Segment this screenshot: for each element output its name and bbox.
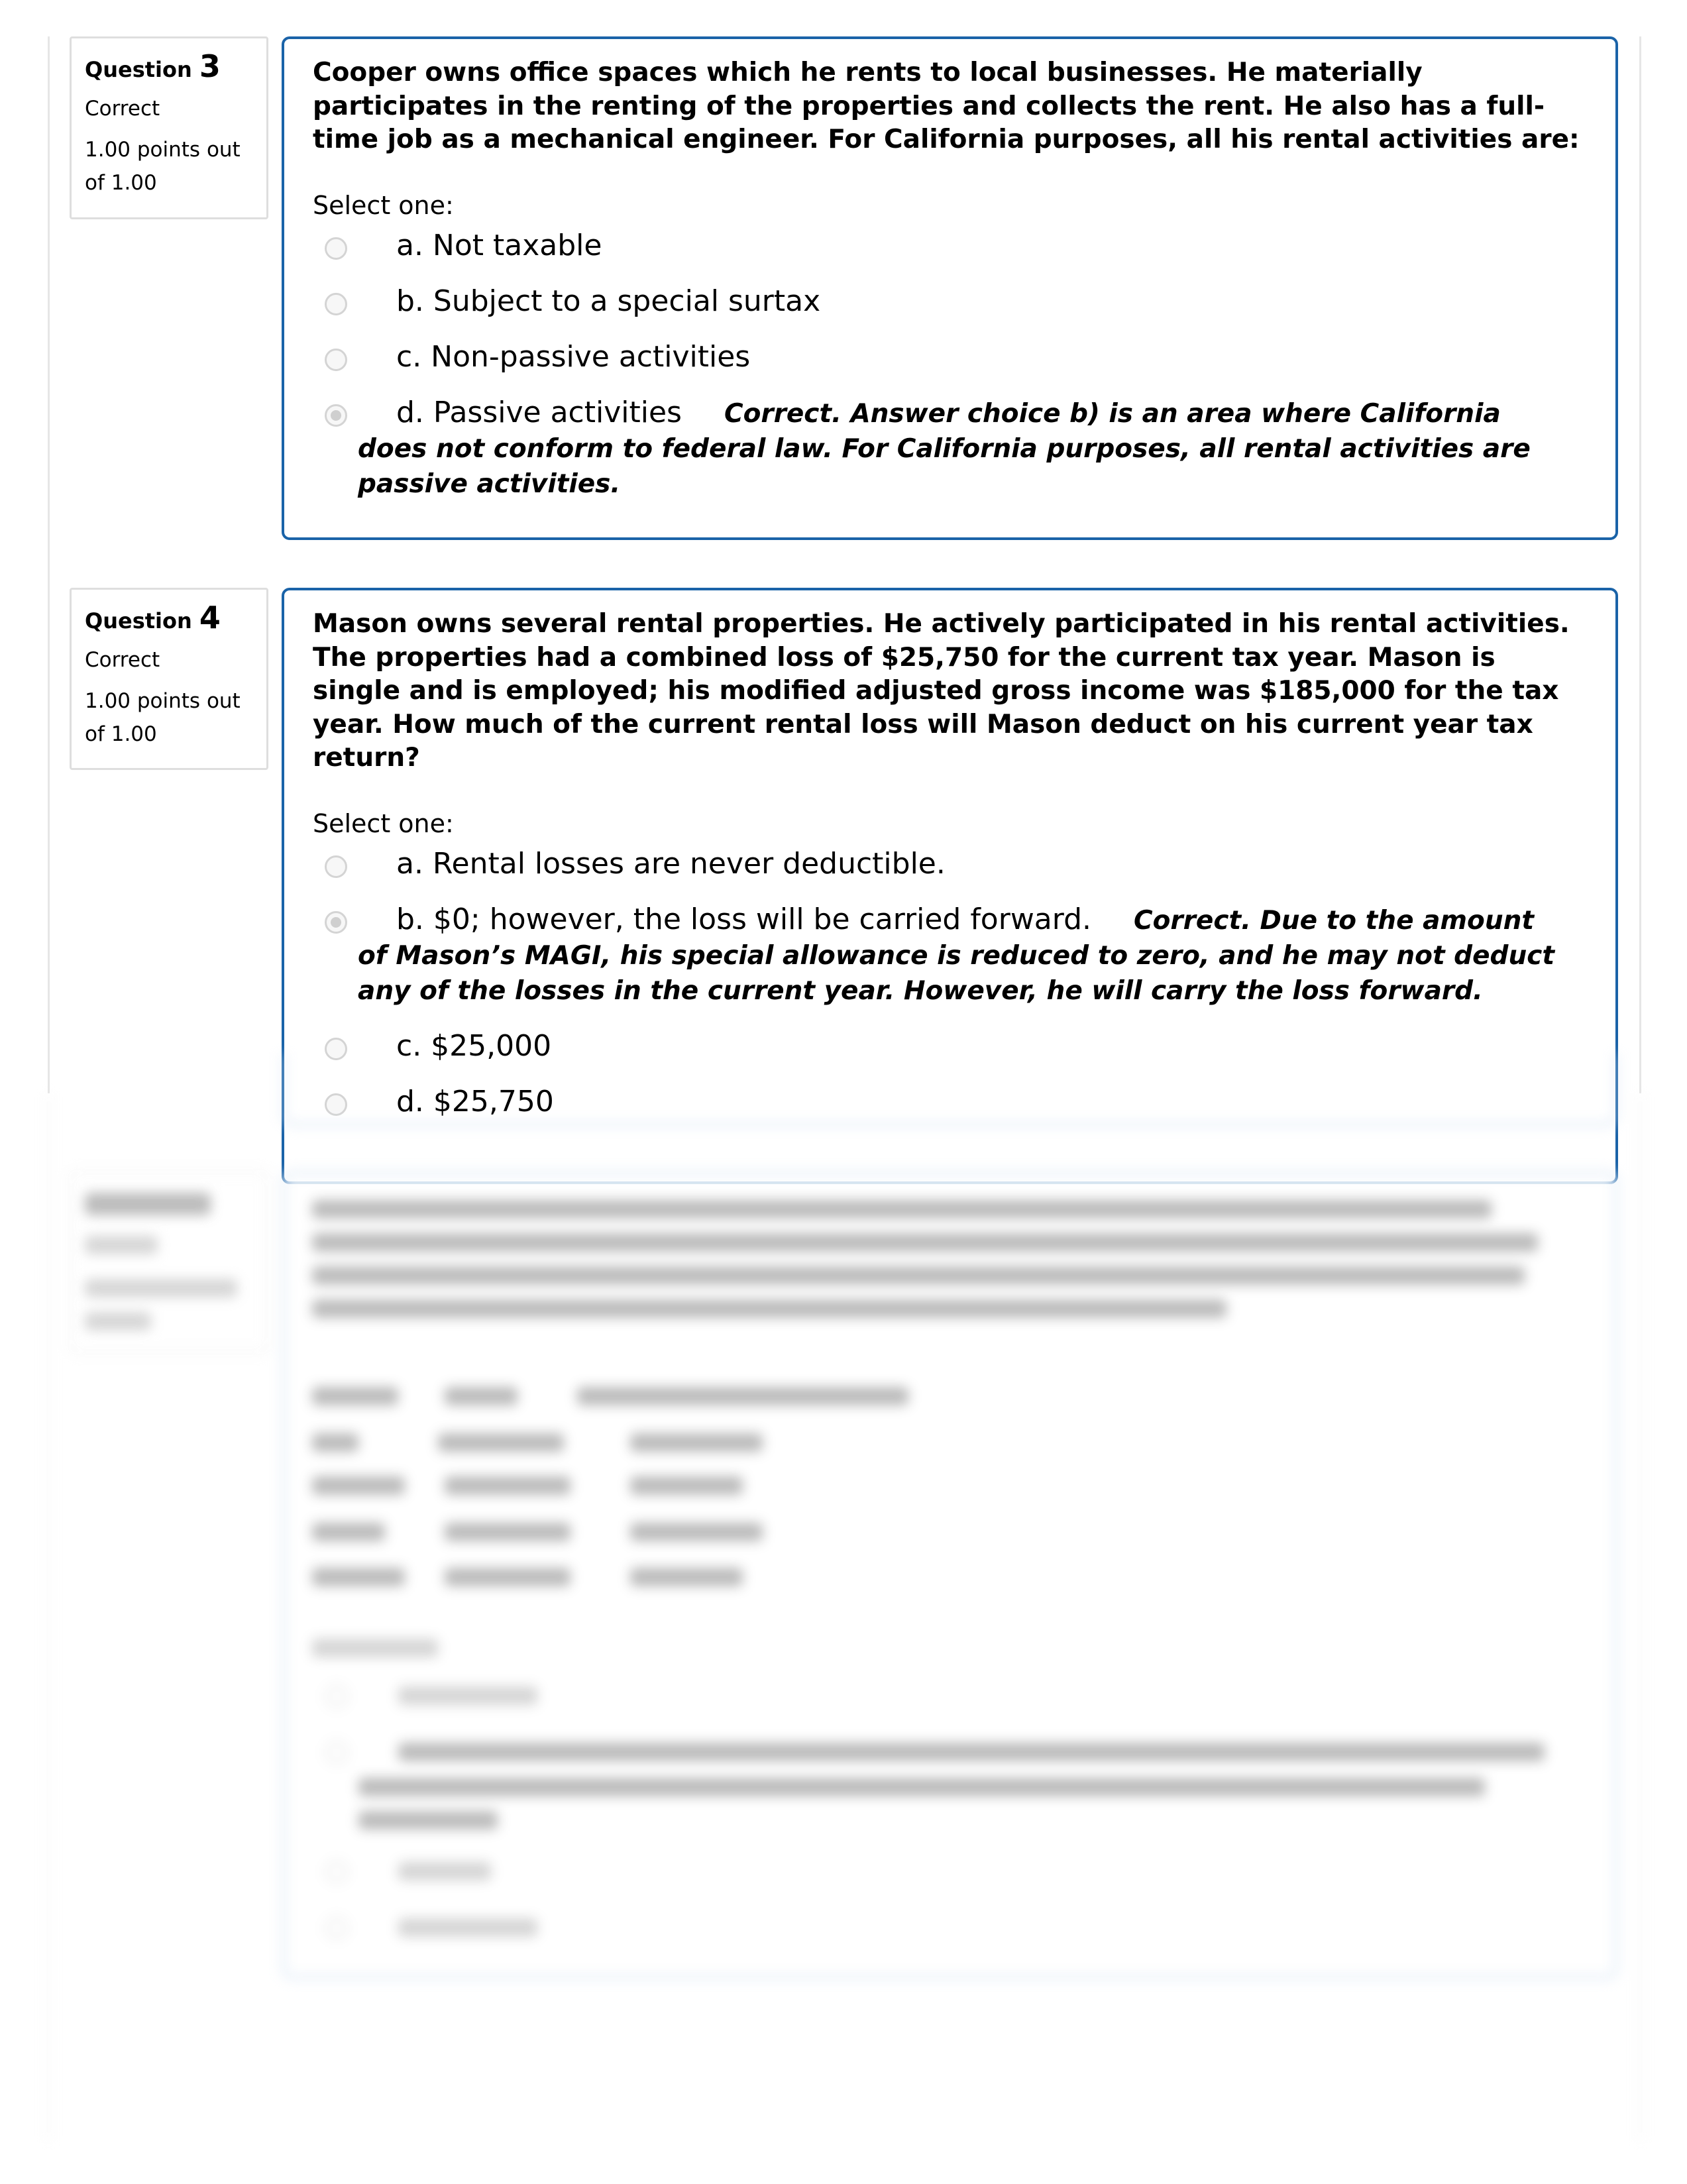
question-state: Correct <box>85 648 160 672</box>
question-info-box: Question 4 Correct 1.00 points out of 1.… <box>70 588 268 770</box>
blurred-radio <box>325 1917 348 1939</box>
blurred-table-cell <box>445 1568 571 1586</box>
blurred-overlay-region <box>0 1054 1687 2184</box>
blurred-table-cell <box>630 1433 763 1452</box>
question-card-blurred <box>282 1171 1618 1979</box>
question-card: Cooper owns office spaces which he rents… <box>282 36 1618 540</box>
answer-option-b[interactable]: b. Subject to a special surtax <box>313 284 1589 319</box>
blurred-option <box>398 1918 537 1937</box>
radio-button[interactable] <box>325 237 347 260</box>
question-info-box-blurred <box>70 1171 268 1353</box>
blurred-table-cell <box>630 1476 743 1495</box>
question-text: Cooper owns office spaces which he rents… <box>313 58 1580 154</box>
question-grade: 1.00 points out of 1.00 <box>85 684 253 751</box>
select-one-prompt: Select one: <box>313 808 454 838</box>
answer-option-c[interactable]: c. Non-passive activities <box>313 340 1589 374</box>
option-label: b. $0; however, the loss will be carried… <box>396 902 1091 936</box>
page-left-border <box>48 36 50 1093</box>
blurred-option <box>398 1743 1545 1761</box>
option-label: d. Passive activities <box>396 395 682 429</box>
blurred-grade <box>85 1312 151 1331</box>
radio-button[interactable] <box>325 855 347 878</box>
grade-line-2: of 1.00 <box>85 722 157 746</box>
blurred-question-number <box>85 1193 211 1215</box>
blurred-table-cell <box>312 1433 358 1452</box>
answer-options: a. Not taxable b. Subject to a special s… <box>313 229 1589 501</box>
blurred-option <box>358 1778 1485 1796</box>
radio-button[interactable] <box>325 348 347 371</box>
radio-button-selected[interactable] <box>325 404 347 427</box>
option-label: b. Subject to a special surtax <box>396 284 821 318</box>
question-number-value: 3 <box>199 48 221 84</box>
select-one-prompt: Select one: <box>313 190 454 220</box>
question-text: Mason owns several rental properties. He… <box>313 609 1570 773</box>
question-label: Question <box>85 608 192 633</box>
option-label: a. Not taxable <box>396 228 602 262</box>
blurred-option <box>398 1862 491 1881</box>
blurred-table-header <box>577 1387 908 1405</box>
question-number-value: 4 <box>199 600 221 635</box>
question-grade: 1.00 points out of 1.00 <box>85 133 253 199</box>
grade-line-2: of 1.00 <box>85 171 157 195</box>
blurred-table-cell <box>630 1523 763 1541</box>
blurred-table-cell <box>438 1433 564 1452</box>
blurred-radio <box>325 1685 348 1708</box>
grade-line-1: 1.00 points out <box>85 138 241 162</box>
blurred-option <box>358 1811 498 1829</box>
radio-button[interactable] <box>325 292 347 315</box>
blurred-table-cell <box>630 1568 743 1586</box>
grade-line-1: 1.00 points out <box>85 689 241 713</box>
question-card-bottom-edge <box>282 1054 1618 1126</box>
blurred-text-line <box>312 1299 1226 1318</box>
blurred-table-cell <box>312 1523 385 1541</box>
blurred-table-cell <box>312 1476 405 1495</box>
question-number: Question 3 <box>85 51 253 84</box>
blurred-grade <box>85 1279 237 1297</box>
question-state: Correct <box>85 97 160 121</box>
blurred-text-line <box>312 1200 1492 1219</box>
blurred-table-cell <box>312 1568 405 1586</box>
blurred-table-cell <box>445 1476 571 1495</box>
page-right-border <box>1639 1093 1641 2140</box>
answer-option-a[interactable]: a. Rental losses are never deductible. <box>313 847 1589 881</box>
question-number: Question 4 <box>85 600 253 635</box>
answer-option-a[interactable]: a. Not taxable <box>313 229 1589 263</box>
question-info-box: Question 3 Correct 1.00 points out of 1.… <box>70 36 268 219</box>
blurred-text-line <box>312 1266 1525 1285</box>
page-left-border <box>48 1093 50 2140</box>
option-label: c. Non-passive activities <box>396 339 751 374</box>
answer-option-d[interactable]: d. Passive activities Correct. Answer ch… <box>313 396 1589 501</box>
option-label: a. Rental losses are never deductible. <box>396 846 946 881</box>
blurred-select-one <box>312 1639 438 1657</box>
blurred-table-cell <box>445 1523 571 1541</box>
page-right-border <box>1639 36 1641 1093</box>
question-label: Question <box>85 57 192 82</box>
blurred-state <box>85 1236 158 1254</box>
blurred-option <box>398 1686 537 1705</box>
answer-option-b[interactable]: b. $0; however, the loss will be carried… <box>313 902 1589 1008</box>
blurred-table-header <box>312 1387 398 1405</box>
blurred-table-header <box>445 1387 517 1405</box>
blurred-text-line <box>312 1233 1538 1252</box>
blurred-radio <box>325 1861 348 1883</box>
blurred-radio <box>325 1741 348 1764</box>
radio-button-selected[interactable] <box>325 910 347 934</box>
